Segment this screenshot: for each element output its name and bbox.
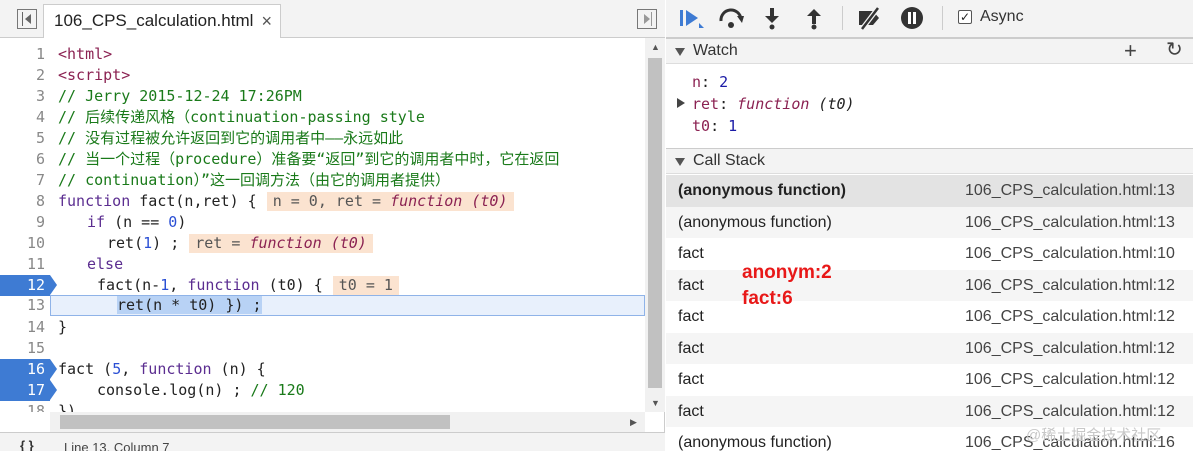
inline-value: n = 0, ret = function (t0) bbox=[266, 192, 514, 211]
code-line: 4// 后续传递风格（continuation-passing style bbox=[0, 107, 645, 128]
code-line: 3// Jerry 2015-12-24 17:26PM bbox=[0, 86, 645, 107]
code-line: 15 bbox=[0, 338, 645, 359]
file-tab[interactable]: 106_CPS_calculation.html × bbox=[43, 4, 281, 38]
line-number[interactable]: 6 bbox=[0, 149, 50, 170]
sources-panel: 106_CPS_calculation.html × 1 <html> 2 <scr… bbox=[0, 0, 665, 451]
collapse-triangle-icon[interactable] bbox=[675, 48, 685, 56]
call-stack-section-header[interactable]: Call Stack bbox=[666, 148, 1193, 174]
red-annotation: anonym:2 fact:6 bbox=[742, 260, 832, 312]
code-line: 5// 没有过程被允许返回到它的调用者中——永远如此 bbox=[0, 128, 645, 149]
watch-item[interactable]: ret: function (t0) bbox=[692, 94, 855, 114]
watermark: @稀土掘金技术社区 bbox=[1026, 427, 1162, 444]
annotation-line: anonym:2 bbox=[742, 262, 832, 283]
file-tab-label: 106_CPS_calculation.html bbox=[54, 11, 254, 30]
code-line: 2 <script> bbox=[0, 65, 645, 86]
line-number[interactable]: 4 bbox=[0, 107, 50, 128]
code-line: 9 if (n == 0) bbox=[0, 212, 645, 233]
code-line: 12 fact(n-1, function (t0) {t0 = 1 bbox=[0, 275, 645, 296]
line-number[interactable]: 8 bbox=[0, 191, 50, 212]
code-line: 8 function fact(n,ret) {n = 0, ret = func… bbox=[0, 191, 645, 212]
pretty-print-icon[interactable]: { } bbox=[20, 437, 34, 451]
resume-icon[interactable] bbox=[678, 6, 706, 30]
async-checkbox[interactable]: ✓ bbox=[958, 10, 972, 24]
line-number[interactable]: 2 bbox=[0, 65, 50, 86]
inline-value: t0 = 1 bbox=[332, 276, 399, 295]
toggle-debugger-icon[interactable] bbox=[637, 9, 657, 29]
deactivate-breakpoints-icon[interactable] bbox=[856, 6, 884, 30]
debugger-sidebar: ✓ Async Watch + ↻ n: 2 ret: function (t0… bbox=[666, 0, 1193, 451]
call-frame[interactable]: fact 106_CPS_calculation.html:12 bbox=[666, 332, 1193, 364]
line-number[interactable]: 15 bbox=[0, 338, 50, 359]
call-frame[interactable]: fact 106_CPS_calculation.html:12 bbox=[666, 395, 1193, 427]
watch-item[interactable]: n: 2 bbox=[692, 72, 728, 92]
add-watch-icon[interactable]: + bbox=[1124, 39, 1137, 63]
async-label: Async bbox=[980, 8, 1024, 25]
line-number[interactable]: 10 bbox=[0, 233, 50, 254]
scroll-right-icon[interactable]: ▶ bbox=[630, 417, 637, 428]
inline-value: ret = function (t0) bbox=[189, 234, 373, 253]
call-frame[interactable]: (anonymous function) 106_CPS_calculation.… bbox=[666, 206, 1193, 238]
scroll-up-icon[interactable]: ▲ bbox=[651, 42, 660, 52]
code-line: 11 else bbox=[0, 254, 645, 275]
line-number[interactable]: 11 bbox=[0, 254, 50, 275]
line-number[interactable]: 13 bbox=[0, 295, 50, 316]
call-frame[interactable]: fact 106_CPS_calculation.html:12 bbox=[666, 364, 1193, 396]
step-out-icon[interactable] bbox=[804, 6, 824, 30]
editor-tab-bar: 106_CPS_calculation.html × bbox=[0, 0, 665, 38]
watch-title: Watch bbox=[693, 42, 738, 59]
editor-status-bar: { } Line 13, Column 7 bbox=[0, 432, 665, 451]
breakpoint-marker[interactable]: 12 bbox=[0, 275, 57, 296]
line-number[interactable]: 5 bbox=[0, 128, 50, 149]
expand-triangle-icon[interactable] bbox=[677, 98, 685, 108]
step-over-icon[interactable] bbox=[718, 6, 746, 30]
code-line: 7// continuation）”这一回调方法（由它的调用者提供） bbox=[0, 170, 645, 191]
watch-item[interactable]: t0: 1 bbox=[692, 116, 737, 136]
close-tab-icon[interactable]: × bbox=[261, 5, 272, 37]
call-stack-title: Call Stack bbox=[693, 152, 766, 169]
code-line: 6// 当一个过程（procedure）准备要“返回”到它的调用者中时，它在返回 bbox=[0, 149, 645, 170]
code-line: 13 bbox=[0, 295, 50, 316]
code-line: 14} bbox=[0, 317, 645, 338]
watch-section-header[interactable]: Watch + ↻ bbox=[666, 38, 1193, 64]
breakpoint-marker[interactable]: 17 bbox=[0, 380, 57, 401]
debugger-toolbar: ✓ Async bbox=[666, 0, 1193, 38]
code-line: 18}) bbox=[0, 401, 645, 412]
step-into-icon[interactable] bbox=[762, 6, 782, 30]
toolbar-separator bbox=[842, 6, 843, 30]
scroll-down-icon[interactable]: ▼ bbox=[651, 398, 660, 408]
annotation-line: fact:6 bbox=[742, 288, 793, 309]
toggle-navigator-icon[interactable] bbox=[17, 9, 37, 29]
cursor-position: Line 13, Column 7 bbox=[64, 440, 170, 451]
line-number[interactable]: 18 bbox=[0, 401, 50, 412]
call-stack-list: (anonymous function) 106_CPS_calculation.… bbox=[666, 175, 1193, 451]
execution-line: ret(n * t0) }) ; bbox=[50, 295, 645, 316]
pause-on-exceptions-icon[interactable] bbox=[900, 6, 926, 30]
code-line: 10 ret(1) ; ret = function (t0) bbox=[0, 233, 645, 254]
collapse-triangle-icon[interactable] bbox=[675, 158, 685, 166]
code-line: 17 console.log(n) ; // 120 bbox=[0, 380, 645, 401]
refresh-watch-icon[interactable]: ↻ bbox=[1166, 38, 1183, 62]
code-line: 1 <html> bbox=[0, 44, 645, 65]
vertical-scroll-thumb[interactable] bbox=[648, 58, 662, 388]
code-editor[interactable]: 1 <html> 2 <script> 3// Jerry 2015-12-24 1… bbox=[0, 38, 645, 412]
breakpoint-marker[interactable]: 16 bbox=[0, 359, 57, 380]
code-line: 16 fact (5, function (n) { bbox=[0, 359, 645, 380]
line-number[interactable]: 1 bbox=[0, 44, 50, 65]
line-number[interactable]: 9 bbox=[0, 212, 50, 233]
line-number[interactable]: 3 bbox=[0, 86, 50, 107]
horizontal-scrollbar[interactable]: ▶ bbox=[50, 412, 645, 432]
toolbar-separator bbox=[942, 6, 943, 30]
vertical-scrollbar[interactable]: ▲ ▼ bbox=[645, 38, 665, 412]
horizontal-scroll-thumb[interactable] bbox=[60, 415, 450, 429]
line-number[interactable]: 7 bbox=[0, 170, 50, 191]
call-frame[interactable]: (anonymous function) 106_CPS_calculation.… bbox=[666, 175, 1193, 207]
line-number[interactable]: 14 bbox=[0, 317, 50, 338]
